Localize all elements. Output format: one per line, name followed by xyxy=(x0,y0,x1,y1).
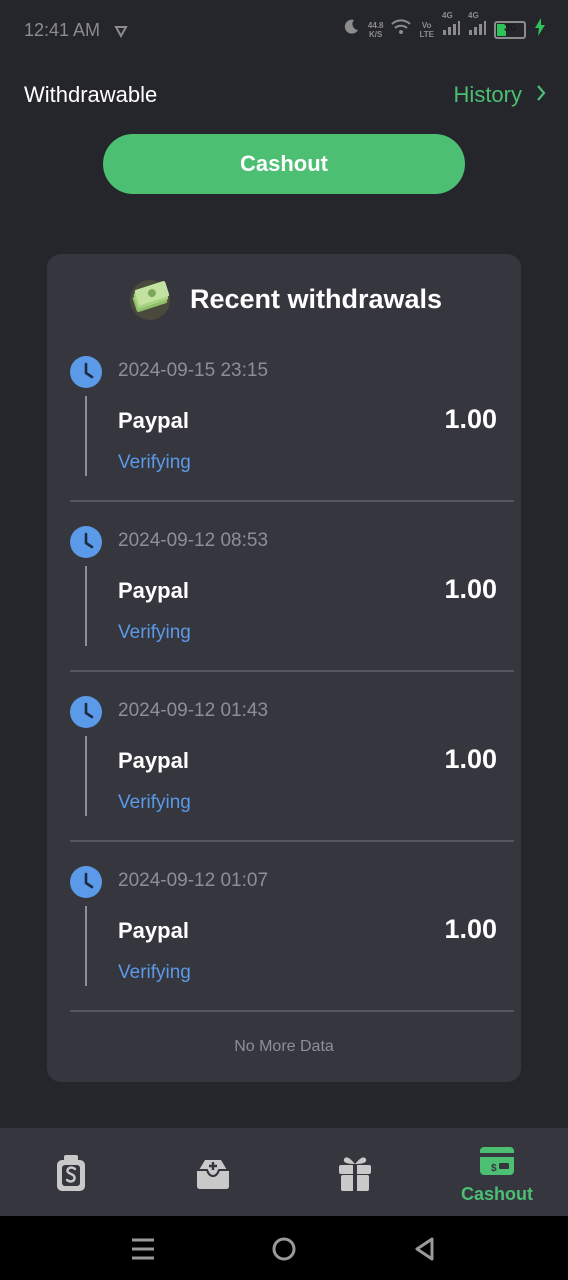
home-icon[interactable] xyxy=(269,1234,299,1264)
tab-wallet[interactable] xyxy=(0,1128,142,1216)
clock-icon xyxy=(70,526,102,558)
divider xyxy=(70,840,514,842)
bottom-tab-bar: $ Cashout xyxy=(0,1128,568,1216)
clock-icon xyxy=(70,356,102,388)
withdrawal-amount: 1.00 xyxy=(444,744,497,774)
charging-icon xyxy=(534,18,546,41)
withdrawal-time: 2024-09-12 08:53 xyxy=(118,530,269,551)
tab-cashout-label: Cashout xyxy=(461,1184,533,1204)
withdrawal-time: 2024-09-12 01:43 xyxy=(118,700,269,721)
card-header: Recent withdrawals xyxy=(0,276,568,322)
system-nav-bar xyxy=(0,1216,568,1280)
withdrawal-method: Paypal xyxy=(118,578,189,603)
signal-icon-2: 4G xyxy=(468,11,486,40)
net-speed: 44.8 K/S xyxy=(367,20,384,39)
vpn-key-icon xyxy=(114,22,128,43)
wifi-icon xyxy=(391,19,412,40)
withdrawal-row: 2024-09-12 08:53 Paypal 1.00 Verifying xyxy=(70,526,514,696)
wallet-dollar-icon xyxy=(57,1155,85,1191)
status-bar: 12:41 AM 44.8 K/S Vo LTE 4G 4G 30 xyxy=(0,0,568,62)
moon-icon xyxy=(342,18,360,41)
withdrawal-method: Paypal xyxy=(118,408,189,433)
withdrawal-row: 2024-09-15 23:15 Paypal 1.00 Verifying xyxy=(70,356,514,526)
tab-inbox[interactable] xyxy=(142,1128,284,1216)
menu-icon[interactable] xyxy=(128,1234,158,1264)
inbox-add-icon xyxy=(197,1160,229,1189)
timeline-line xyxy=(85,906,87,986)
withdrawal-method: Paypal xyxy=(118,748,189,773)
divider xyxy=(70,500,514,502)
status-icons: 44.8 K/S Vo LTE 4G 4G 30 xyxy=(342,11,546,41)
withdrawal-amount: 1.00 xyxy=(444,574,497,604)
withdrawal-row: 2024-09-12 01:43 Paypal 1.00 Verifying xyxy=(70,696,514,866)
tab-gift[interactable] xyxy=(284,1128,426,1216)
history-label: History xyxy=(453,82,522,107)
withdrawal-status: Verifying xyxy=(118,792,191,813)
divider xyxy=(70,1010,514,1012)
gift-icon xyxy=(339,1157,371,1191)
withdrawal-method: Paypal xyxy=(118,918,189,943)
withdrawal-status: Verifying xyxy=(118,962,191,983)
timeline-line xyxy=(85,566,87,646)
withdrawal-time: 2024-09-15 23:15 xyxy=(118,360,269,381)
no-more-data-label: No More Data xyxy=(234,1038,334,1055)
divider xyxy=(70,670,514,672)
tab-cashout[interactable]: $ Cashout xyxy=(426,1128,568,1216)
battery-icon: 30 xyxy=(494,20,526,39)
chevron-right-icon xyxy=(536,82,546,108)
clock-icon xyxy=(70,866,102,898)
signal-icon: 4G xyxy=(442,11,460,40)
withdrawal-status: Verifying xyxy=(118,622,191,643)
back-icon[interactable] xyxy=(410,1234,440,1264)
cashout-button[interactable]: Cashout xyxy=(103,134,465,194)
clock-icon xyxy=(70,696,102,728)
withdrawal-row: 2024-09-12 01:07 Paypal 1.00 Verifying xyxy=(70,866,514,1036)
cash-card-icon: $ xyxy=(480,1147,514,1175)
history-link[interactable]: History xyxy=(454,82,546,108)
timeline-line xyxy=(85,396,87,476)
page-title: Withdrawable xyxy=(24,82,158,107)
withdrawal-time: 2024-09-12 01:07 xyxy=(118,870,269,891)
money-stack-icon xyxy=(129,280,170,320)
withdrawal-amount: 1.00 xyxy=(444,914,497,944)
withdrawal-amount: 1.00 xyxy=(444,404,497,434)
volte-indicator: Vo LTE xyxy=(419,20,434,39)
svg-text:$: $ xyxy=(491,1163,497,1174)
withdrawal-status: Verifying xyxy=(118,452,191,473)
status-time: 12:41 AM xyxy=(24,20,101,40)
card-title: Recent withdrawals xyxy=(189,283,443,314)
timeline-line xyxy=(85,736,87,816)
